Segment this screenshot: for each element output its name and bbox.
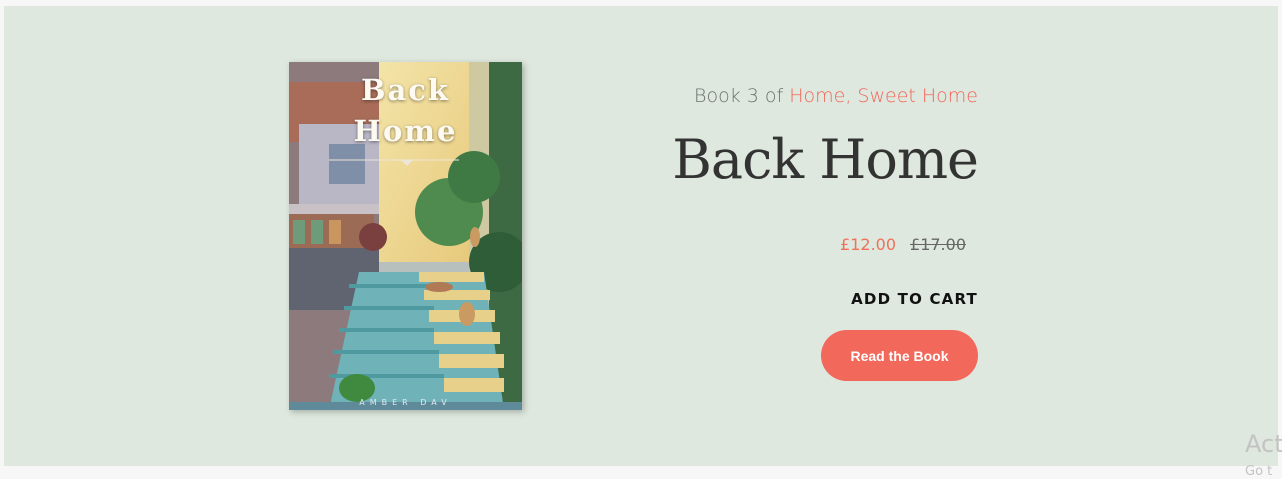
cover-author-text: AMBER DAV xyxy=(359,398,452,407)
book-cover-image[interactable]: Back Home AMBER DAV xyxy=(289,62,522,410)
series-link[interactable]: Home, Sweet Home xyxy=(789,85,978,107)
read-the-book-button[interactable]: Read the Book xyxy=(821,330,978,381)
original-price: £17.00 xyxy=(910,235,966,254)
add-to-cart-button[interactable]: ADD TO CART xyxy=(851,290,978,308)
sale-price: £12.00 xyxy=(840,235,897,254)
series-line: Book 3 of Home, Sweet Home xyxy=(694,85,978,107)
cover-title-text: Back Home xyxy=(353,73,458,148)
series-prefix: Book 3 of xyxy=(694,85,790,107)
price-block: £12.00 £17.00 xyxy=(840,235,966,254)
book-feature-panel xyxy=(4,6,1278,466)
book-title: Back Home xyxy=(672,128,979,191)
watermark-line-1: Act xyxy=(1245,430,1282,458)
